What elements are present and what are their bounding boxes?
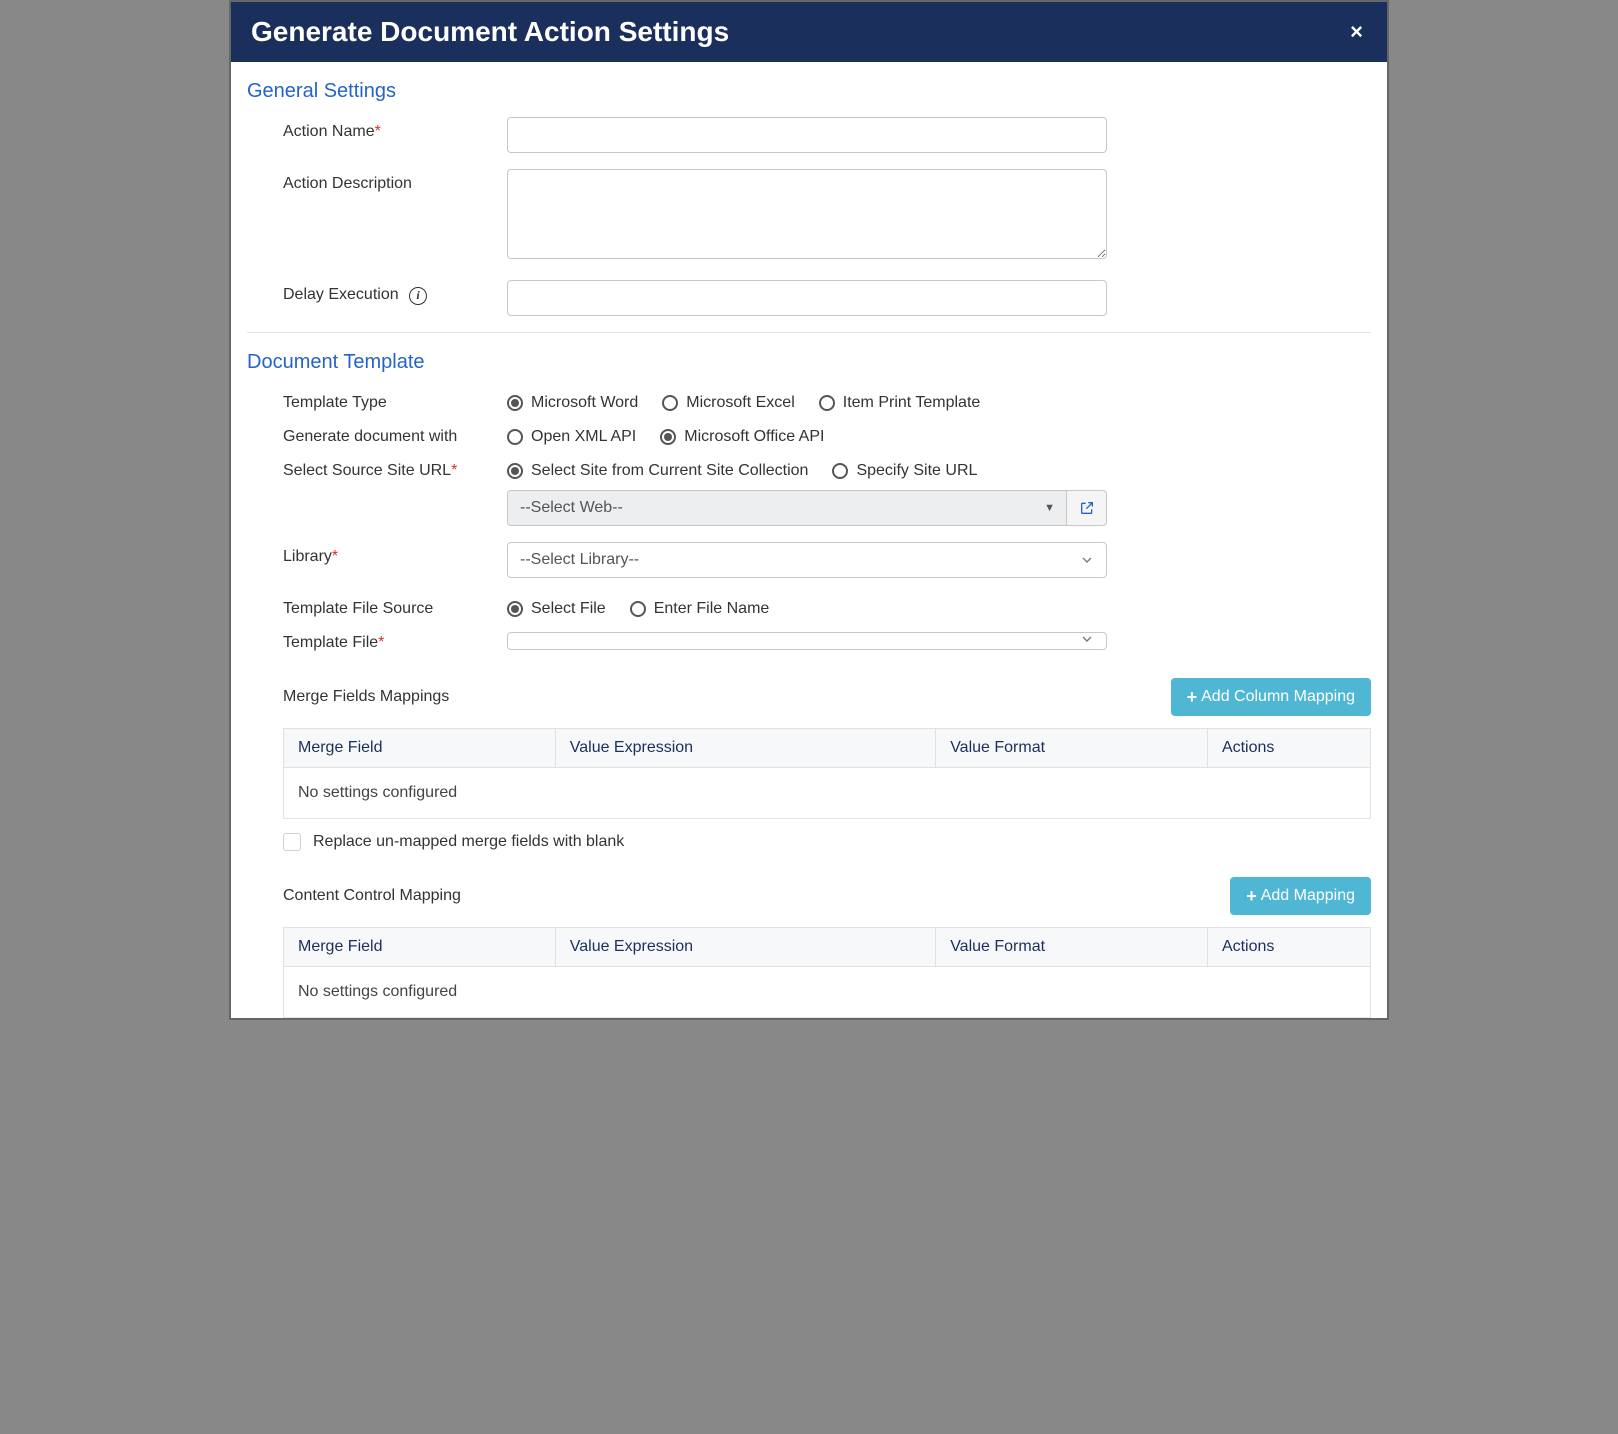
action-name-label-text: Action Name <box>283 123 375 140</box>
add-column-mapping-button[interactable]: + Add Column Mapping <box>1171 678 1371 716</box>
library-label: Library* <box>283 542 507 566</box>
plus-icon: + <box>1246 887 1257 905</box>
source-url-label-text: Select Source Site URL <box>283 462 451 479</box>
action-name-label: Action Name* <box>283 117 507 141</box>
table-row-empty: No settings configured <box>284 967 1371 1018</box>
radio-icon <box>630 601 646 617</box>
template-type-label: Template Type <box>283 388 507 412</box>
action-name-input[interactable] <box>507 117 1107 153</box>
required-asterisk: * <box>332 548 338 565</box>
merge-mappings-table: Merge Field Value Expression Value Forma… <box>283 728 1371 819</box>
add-mapping-button[interactable]: + Add Mapping <box>1230 877 1371 915</box>
template-file-label-text: Template File <box>283 634 378 651</box>
dialog-header: Generate Document Action Settings × <box>231 2 1387 62</box>
library-label-text: Library <box>283 548 332 565</box>
delay-exec-label-text: Delay Execution <box>283 286 399 303</box>
col-actions: Actions <box>1207 928 1370 967</box>
replace-blank-label: Replace un-mapped merge fields with blan… <box>313 833 624 851</box>
col-merge-field: Merge Field <box>284 928 556 967</box>
external-link-icon <box>1079 500 1095 516</box>
file-source-label: Template File Source <box>283 594 507 618</box>
required-asterisk: * <box>378 634 384 651</box>
info-icon[interactable]: i <box>409 287 427 305</box>
close-icon[interactable]: × <box>1346 19 1367 45</box>
content-mappings-table: Merge Field Value Expression Value Forma… <box>283 927 1371 1018</box>
merge-mappings-title: Merge Fields Mappings <box>283 688 449 706</box>
dialog: Generate Document Action Settings × Gene… <box>229 0 1389 1020</box>
radio-label: Specify Site URL <box>856 462 977 480</box>
radio-template-excel[interactable]: Microsoft Excel <box>662 394 794 412</box>
col-value-expression: Value Expression <box>555 928 935 967</box>
dialog-title: Generate Document Action Settings <box>251 16 729 48</box>
radio-icon <box>660 429 676 445</box>
col-value-expression: Value Expression <box>555 729 935 768</box>
select-web-text: --Select Web-- <box>520 499 623 516</box>
add-column-mapping-label: Add Column Mapping <box>1201 688 1355 706</box>
select-library-text: --Select Library-- <box>520 551 639 568</box>
col-merge-field: Merge Field <box>284 729 556 768</box>
radio-generate-openxml[interactable]: Open XML API <box>507 428 636 446</box>
col-value-format: Value Format <box>936 729 1208 768</box>
generate-with-label: Generate document with <box>283 422 507 446</box>
source-url-label: Select Source Site URL* <box>283 456 507 480</box>
required-asterisk: * <box>451 462 457 479</box>
empty-message: No settings configured <box>284 768 1371 819</box>
radio-generate-office[interactable]: Microsoft Office API <box>660 428 824 446</box>
empty-message: No settings configured <box>284 967 1371 1018</box>
radio-file-select[interactable]: Select File <box>507 600 606 618</box>
radio-icon <box>662 395 678 411</box>
col-actions: Actions <box>1207 729 1370 768</box>
radio-icon <box>507 395 523 411</box>
section-template-heading: Document Template <box>247 351 1371 374</box>
radio-file-enter[interactable]: Enter File Name <box>630 600 770 618</box>
section-general-heading: General Settings <box>247 80 1371 103</box>
template-file-label: Template File* <box>283 628 507 652</box>
action-desc-input[interactable] <box>507 169 1107 259</box>
radio-template-word[interactable]: Microsoft Word <box>507 394 638 412</box>
delay-exec-input[interactable] <box>507 280 1107 316</box>
radio-icon <box>507 601 523 617</box>
content-mappings-title: Content Control Mapping <box>283 887 461 905</box>
col-value-format: Value Format <box>936 928 1208 967</box>
radio-label: Open XML API <box>531 428 636 446</box>
radio-label: Microsoft Word <box>531 394 638 412</box>
dialog-body[interactable]: General Settings Action Name* Action Des… <box>231 62 1387 1018</box>
radio-icon <box>819 395 835 411</box>
radio-label: Select Site from Current Site Collection <box>531 462 808 480</box>
radio-label: Microsoft Excel <box>686 394 794 412</box>
action-desc-label: Action Description <box>283 169 507 193</box>
radio-template-print[interactable]: Item Print Template <box>819 394 981 412</box>
delay-exec-label: Delay Execution i <box>283 280 507 305</box>
radio-label: Select File <box>531 600 606 618</box>
select-library-dropdown[interactable]: --Select Library-- <box>507 542 1107 578</box>
radio-icon <box>507 463 523 479</box>
table-row-empty: No settings configured <box>284 768 1371 819</box>
divider <box>247 332 1371 333</box>
radio-source-collection[interactable]: Select Site from Current Site Collection <box>507 462 808 480</box>
radio-icon <box>832 463 848 479</box>
open-site-button[interactable] <box>1067 490 1107 526</box>
replace-blank-checkbox[interactable] <box>283 833 301 851</box>
template-file-dropdown[interactable] <box>507 632 1107 650</box>
select-web-dropdown[interactable]: --Select Web-- <box>507 490 1067 526</box>
radio-icon <box>507 429 523 445</box>
radio-label: Microsoft Office API <box>684 428 824 446</box>
radio-label: Item Print Template <box>843 394 981 412</box>
required-asterisk: * <box>375 123 381 140</box>
radio-source-specify[interactable]: Specify Site URL <box>832 462 977 480</box>
add-mapping-label: Add Mapping <box>1261 887 1355 905</box>
plus-icon: + <box>1187 688 1198 706</box>
radio-label: Enter File Name <box>654 600 770 618</box>
